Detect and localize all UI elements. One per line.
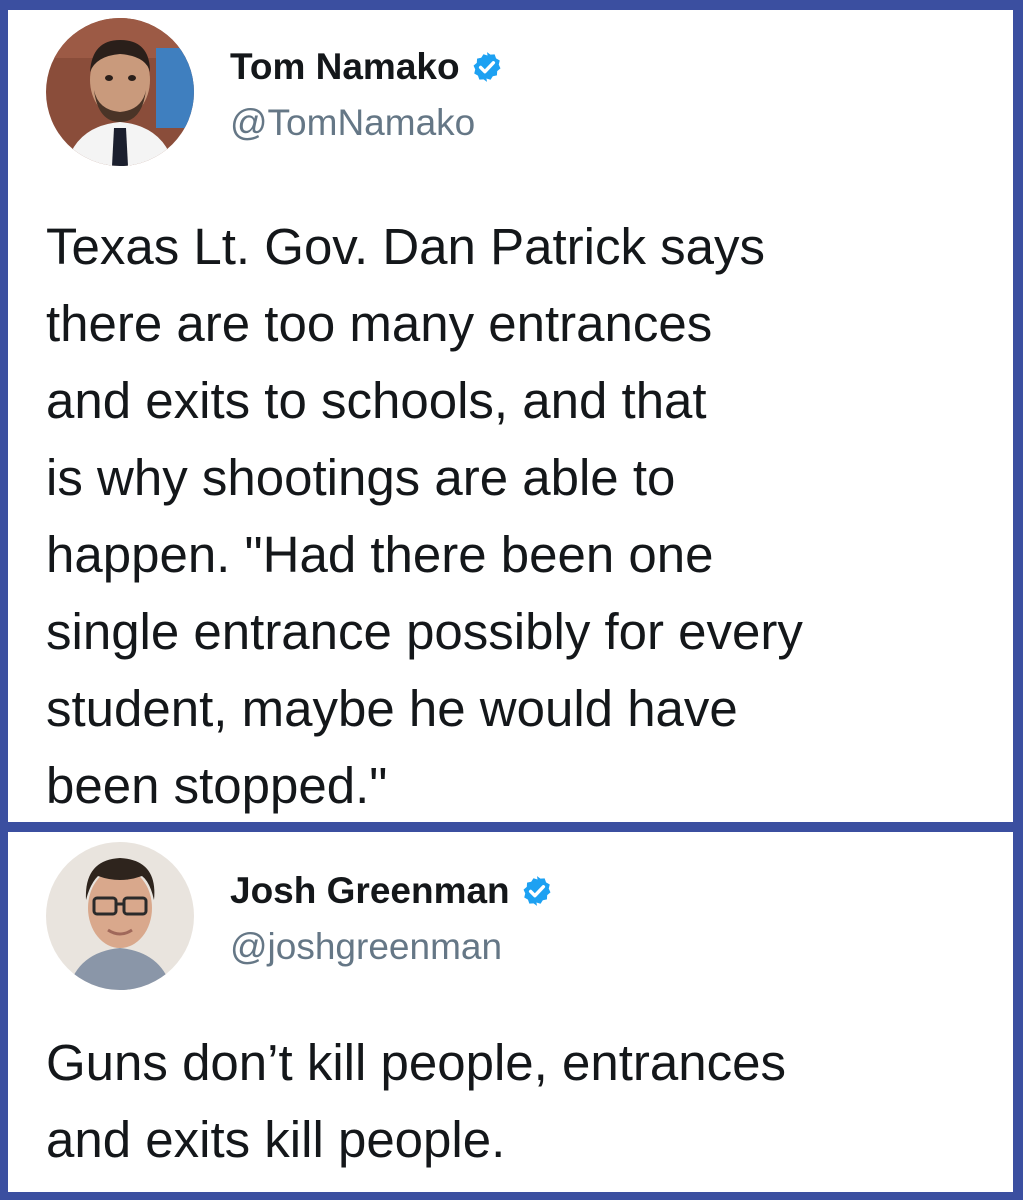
avatar[interactable] bbox=[46, 842, 194, 990]
tweet-text-line: been stopped." bbox=[46, 757, 388, 814]
meme-frame: Tom Namako @TomNamako Texas Lt. Gov. Dan… bbox=[0, 0, 1023, 1200]
tweet-card: Tom Namako @TomNamako Texas Lt. Gov. Dan… bbox=[8, 10, 1013, 822]
tweet-text-line: student, maybe he would have bbox=[46, 680, 738, 737]
tweet-text: Guns don’t kill people, entrances and ex… bbox=[46, 1024, 1006, 1178]
person-photo-icon bbox=[46, 18, 194, 166]
author-name[interactable]: Josh Greenman bbox=[230, 870, 510, 912]
tweet-text-line: there are too many entrances bbox=[46, 295, 713, 352]
person-photo-icon bbox=[46, 842, 194, 990]
author-name[interactable]: Tom Namako bbox=[230, 46, 460, 88]
tweet-text-line: is why shootings are able to bbox=[46, 449, 676, 506]
verified-badge-icon bbox=[523, 876, 551, 906]
author-handle[interactable]: @TomNamako bbox=[230, 102, 475, 144]
tweet-text: Texas Lt. Gov. Dan Patrick says there ar… bbox=[46, 208, 1006, 824]
tweet-text-line: Texas Lt. Gov. Dan Patrick says bbox=[46, 218, 765, 275]
avatar[interactable] bbox=[46, 18, 194, 166]
author-name-row: Josh Greenman bbox=[230, 870, 554, 912]
tweet-card: Josh Greenman @joshgreenman Guns don’t k… bbox=[8, 832, 1013, 1192]
tweet-text-line: Guns don’t kill people, entrances bbox=[46, 1034, 786, 1091]
author-name-row: Tom Namako bbox=[230, 46, 504, 88]
tweet-text-line: and exits kill people. bbox=[46, 1111, 506, 1168]
tweet-text-line: happen. "Had there been one bbox=[46, 526, 714, 583]
tweet-text-line: single entrance possibly for every bbox=[46, 603, 803, 660]
tweet-text-line: and exits to schools, and that bbox=[46, 372, 707, 429]
author-handle[interactable]: @joshgreenman bbox=[230, 926, 502, 968]
verified-badge-icon bbox=[473, 52, 501, 82]
